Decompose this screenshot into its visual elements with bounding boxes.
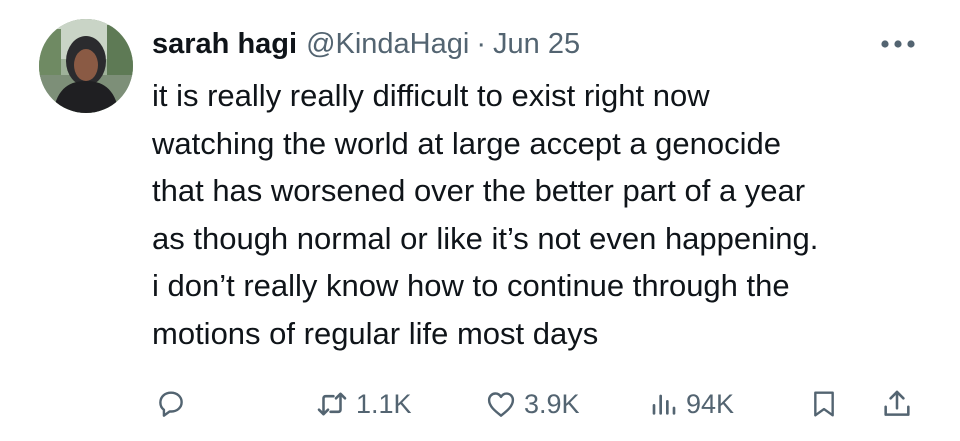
meta-separator: · [476, 28, 486, 60]
author-handle[interactable]: @KindaHagi [306, 28, 469, 60]
retweet-button[interactable]: 1.1K [314, 382, 412, 426]
reply-button[interactable] [154, 382, 188, 426]
like-count: 3.9K [524, 388, 580, 419]
share-icon [884, 390, 910, 416]
heart-icon [487, 392, 515, 417]
tweet-header: sarah hagi @KindaHagi · Jun 25 [152, 22, 580, 66]
action-bar: 1.1K 3.9K 94K [0, 382, 960, 426]
like-button[interactable]: 3.9K [484, 382, 580, 426]
more-options-button[interactable] [876, 30, 920, 58]
retweet-icon [317, 392, 347, 416]
reply-icon [159, 391, 183, 417]
tweet-text-line: it is really really difficult to exist r… [152, 78, 710, 113]
bookmark-button[interactable] [808, 382, 840, 426]
views-icon [652, 394, 676, 415]
tweet-text-line: motions of regular life most days [152, 315, 599, 351]
tweet-date[interactable]: Jun 25 [493, 28, 580, 60]
views-button[interactable]: 94K [648, 382, 734, 426]
more-dots-icon [881, 40, 915, 48]
tweet-text-line: i don’t really know how to continue thro… [152, 268, 790, 303]
share-button[interactable] [880, 382, 914, 426]
views-count: 94K [686, 388, 735, 419]
tweet-meta: @KindaHagi · Jun 25 [306, 22, 580, 66]
tweet-text: it is really really difficult to exist r… [152, 72, 942, 357]
bookmark-icon [814, 391, 834, 417]
retweet-count: 1.1K [356, 388, 412, 419]
tweet-text-line: as though normal or like it’s not even h… [152, 220, 819, 256]
tweet-text-line: watching the world at large accept a gen… [152, 125, 782, 161]
author-name[interactable]: sarah hagi [152, 22, 297, 66]
tweet-text-line: that has worsened over the better part o… [152, 173, 806, 208]
avatar[interactable] [39, 19, 133, 113]
